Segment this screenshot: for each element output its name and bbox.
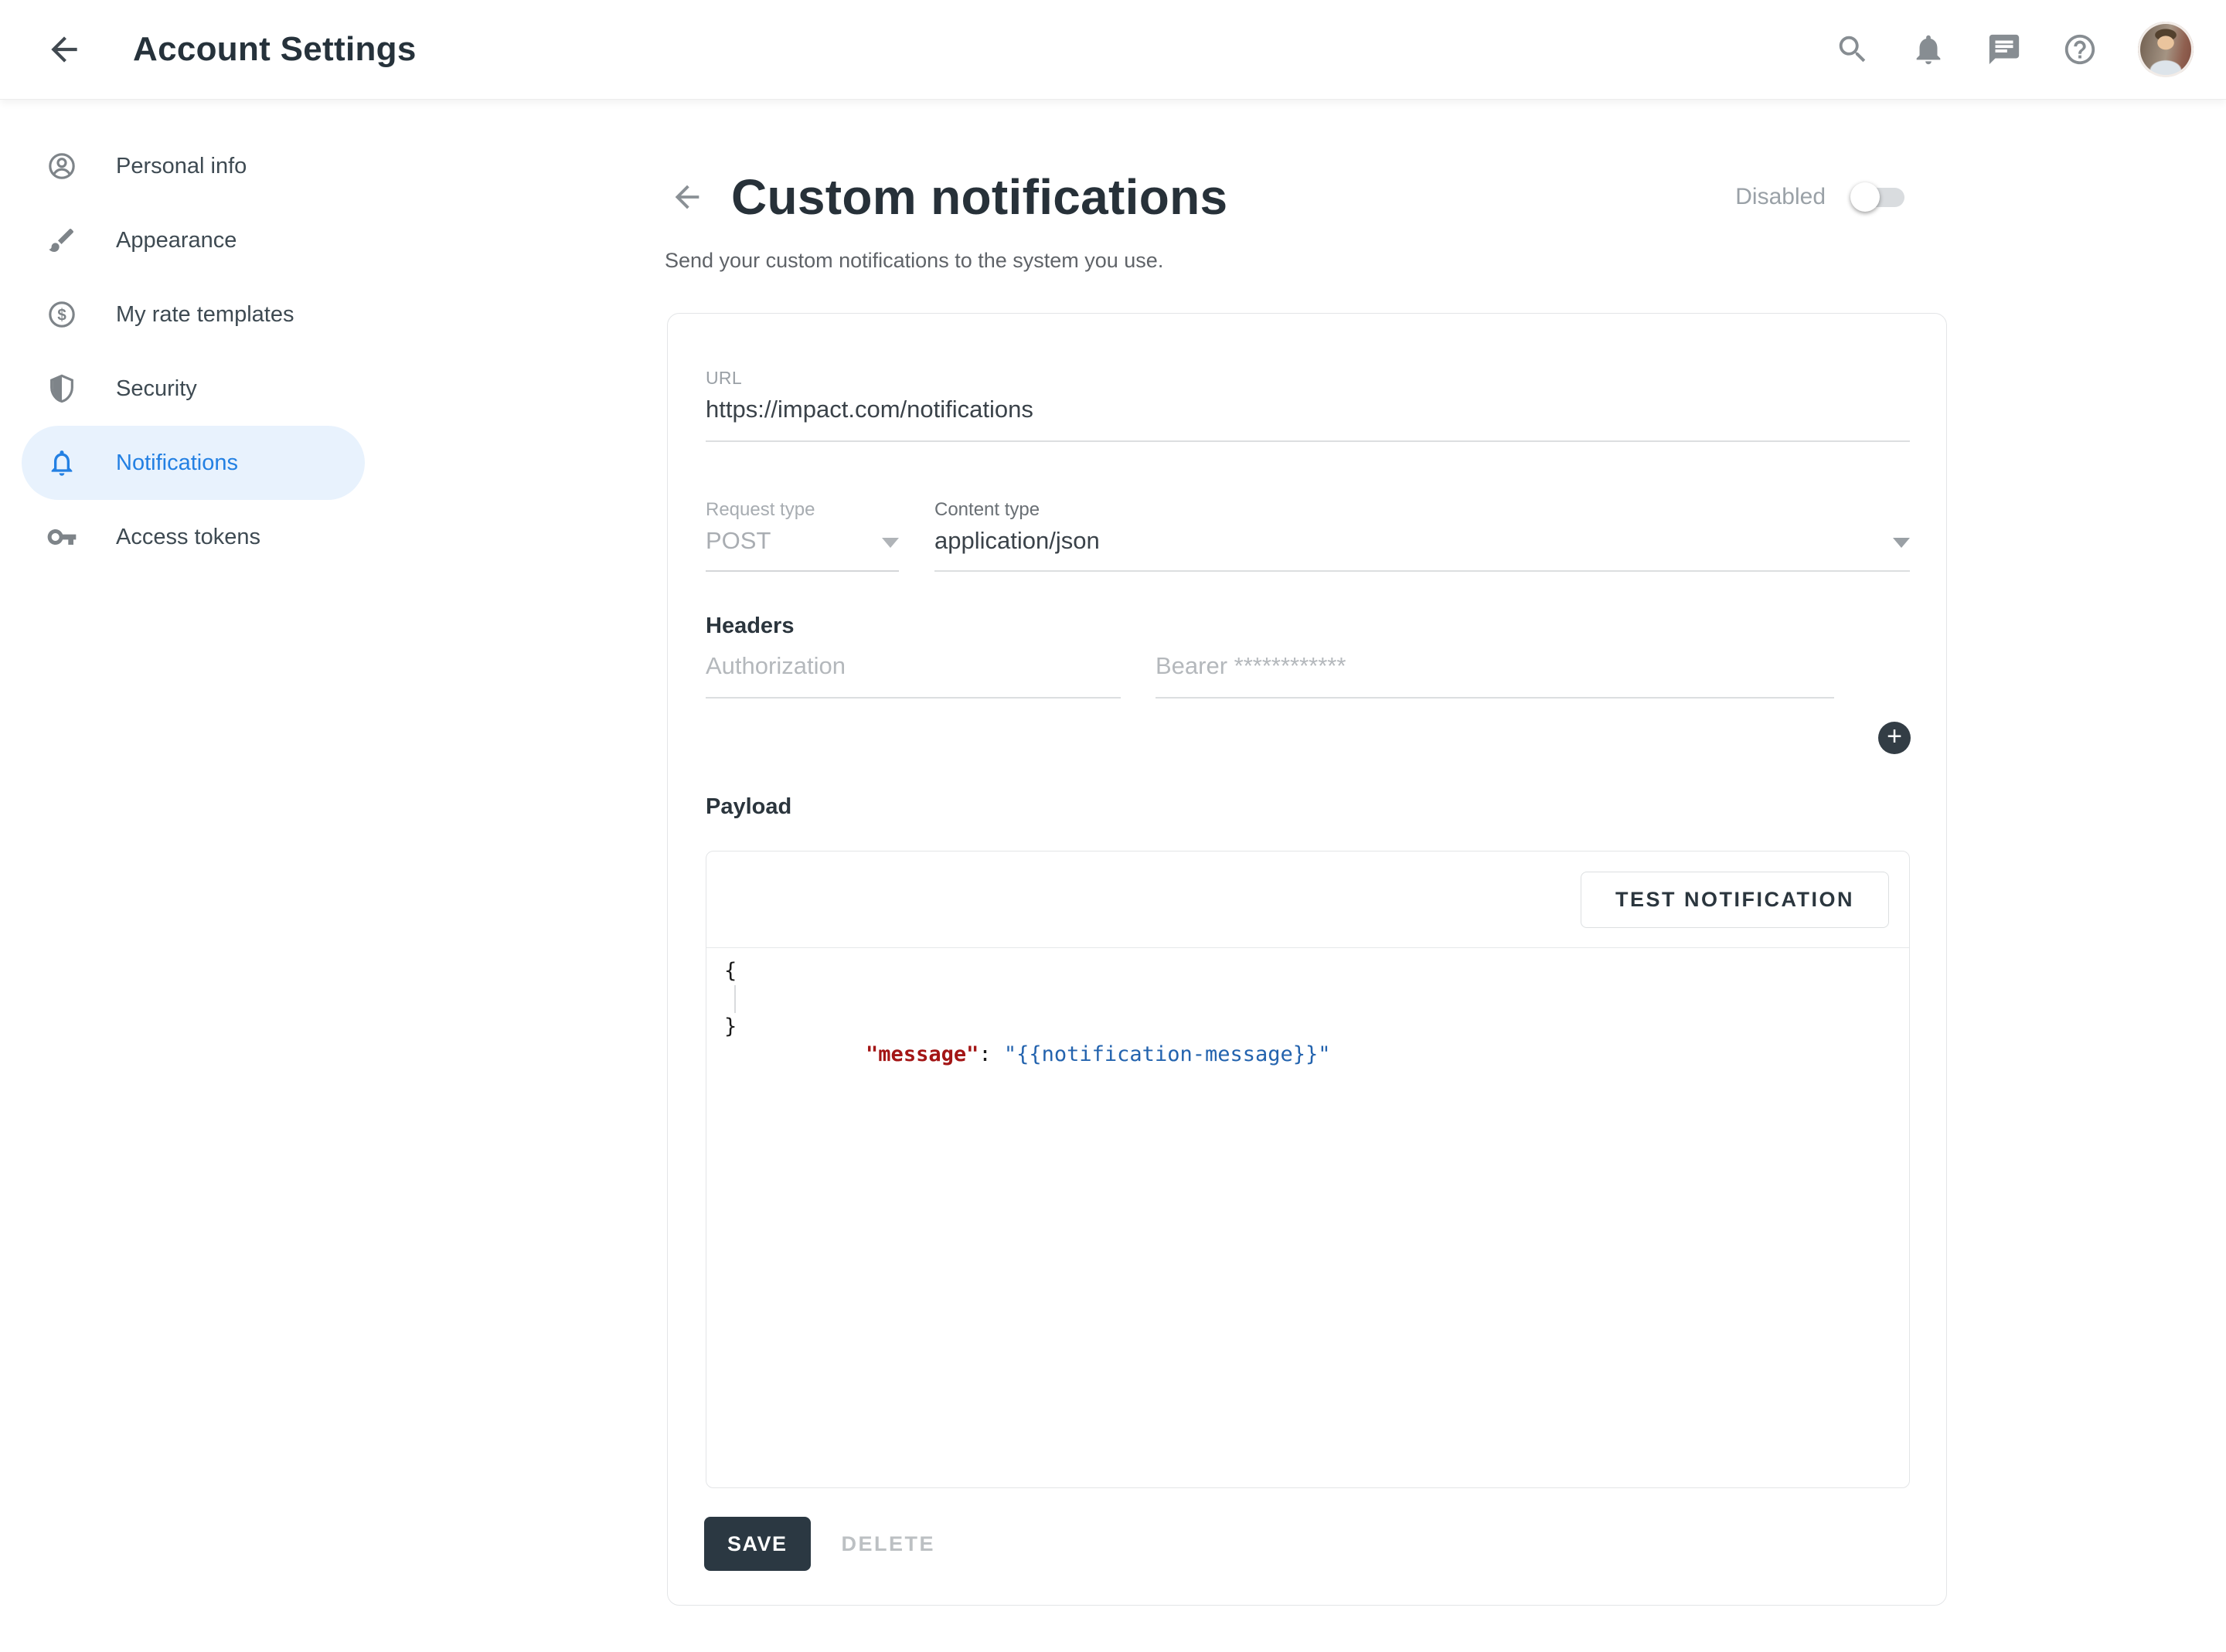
sidebar-item-label: Notifications <box>116 450 238 476</box>
code-line: } <box>724 1013 1894 1041</box>
enable-toggle[interactable] <box>1850 182 1906 212</box>
back-arrow-icon[interactable] <box>45 30 83 69</box>
section-back-arrow-icon[interactable] <box>669 179 705 215</box>
brush-icon <box>46 225 77 256</box>
sidebar-item-personal-info[interactable]: Personal info <box>22 129 365 203</box>
add-header-button[interactable]: + <box>1878 722 1911 754</box>
code-line: { <box>724 957 1894 985</box>
save-button[interactable]: SAVE <box>704 1517 811 1571</box>
code-json-key: "message" <box>866 1042 979 1066</box>
key-icon <box>46 522 77 552</box>
sidebar-item-label: Appearance <box>116 228 237 253</box>
sidebar-item-security[interactable]: Security <box>22 352 365 426</box>
sidebar-item-my-rate-templates[interactable]: $ My rate templates <box>22 277 365 352</box>
payload-toolbar: TEST NOTIFICATION <box>706 851 1909 948</box>
toggle-status-label: Disabled <box>1735 184 1826 210</box>
person-circle-icon <box>46 151 77 182</box>
sidebar-item-label: My rate templates <box>116 302 294 328</box>
payload-panel: TEST NOTIFICATION { "message": "{{notifi… <box>706 851 1910 1488</box>
code-json-value: "{{notification-message}}" <box>1004 1042 1331 1066</box>
request-type-value: POST <box>706 527 771 555</box>
request-type-select: POST <box>706 527 899 572</box>
page-subtitle: Send your custom notifications to the sy… <box>665 249 1163 273</box>
sidebar-item-label: Personal info <box>116 154 247 179</box>
code-line: "message": "{{notification-message}}" <box>724 985 1894 1013</box>
topbar-actions <box>1835 22 2194 77</box>
chevron-down-icon <box>1893 538 1910 548</box>
dollar-circle-icon: $ <box>46 299 77 330</box>
sidebar-item-access-tokens[interactable]: Access tokens <box>22 500 365 574</box>
chevron-down-icon <box>882 538 899 548</box>
shield-icon <box>46 373 77 404</box>
request-type-label: Request type <box>706 499 815 521</box>
sidebar-item-appearance[interactable]: Appearance <box>22 203 365 277</box>
settings-sidebar: Personal info Appearance $ My rate templ… <box>0 100 402 574</box>
search-icon[interactable] <box>1835 32 1870 67</box>
notifications-bell-icon[interactable] <box>1911 32 1946 67</box>
content-type-label: Content type <box>934 499 1040 521</box>
payload-section-title: Payload <box>706 794 791 820</box>
notification-settings-card: URL Request type POST Content type appli… <box>667 313 1947 1606</box>
form-actions: SAVE DELETE <box>704 1517 935 1571</box>
toggle-thumb <box>1850 182 1880 212</box>
payload-code-editor[interactable]: { "message": "{{notification-message}}" … <box>724 957 1894 1041</box>
app-title: Account Settings <box>133 30 417 69</box>
topbar: Account Settings <box>0 0 2226 100</box>
sidebar-item-label: Access tokens <box>116 525 260 550</box>
help-icon[interactable] <box>2062 32 2098 67</box>
code-separator: : <box>979 1042 1004 1066</box>
content-type-value: application/json <box>934 527 1100 555</box>
content-type-select[interactable]: application/json <box>934 527 1910 572</box>
page-title: Custom notifications <box>731 168 1227 226</box>
headers-section-title: Headers <box>706 614 794 639</box>
header-key-input[interactable] <box>706 652 1121 699</box>
url-input[interactable] <box>706 396 1910 442</box>
test-notification-button[interactable]: TEST NOTIFICATION <box>1581 872 1889 928</box>
header-value-input[interactable] <box>1156 652 1834 699</box>
enable-toggle-group: Disabled <box>1735 182 1906 212</box>
chat-icon[interactable] <box>1986 32 2022 67</box>
sidebar-item-label: Security <box>116 376 197 402</box>
page-header: Custom notifications Disabled <box>665 155 1948 240</box>
url-field-label: URL <box>706 368 742 389</box>
indent-guide <box>734 985 736 1013</box>
svg-text:$: $ <box>57 306 66 324</box>
sidebar-item-notifications[interactable]: Notifications <box>22 426 365 500</box>
user-avatar[interactable] <box>2138 22 2194 77</box>
plus-icon: + <box>1887 722 1902 751</box>
delete-button: DELETE <box>842 1532 936 1556</box>
bell-icon <box>46 447 77 478</box>
